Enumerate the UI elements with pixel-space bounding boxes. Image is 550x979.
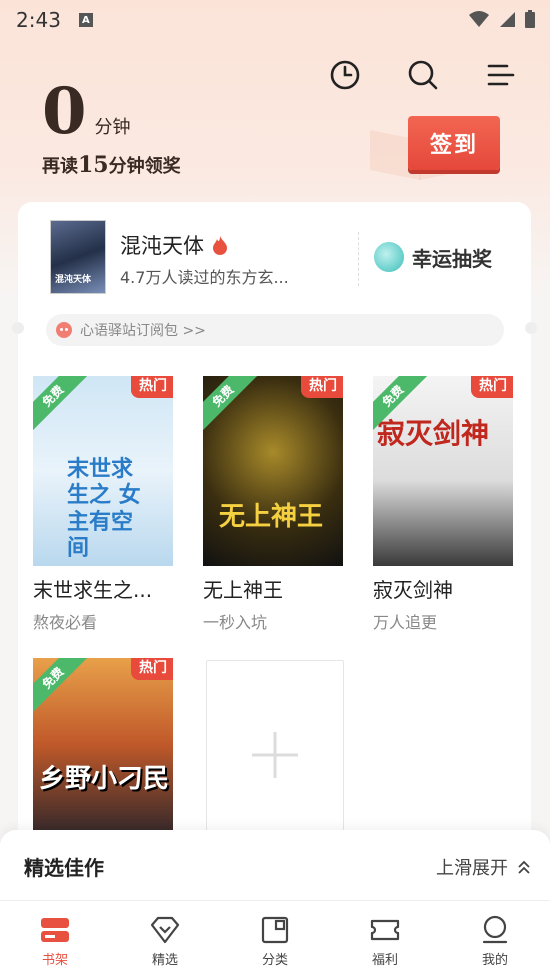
notice-bar[interactable]: 心语驿站订阅包 >>: [46, 314, 504, 346]
notification-a-icon: A: [78, 13, 93, 27]
notice-icon: [56, 322, 72, 338]
notice-decoration-dot: [525, 322, 537, 334]
tab-label: 书架: [41, 953, 68, 968]
category-icon: [261, 916, 289, 944]
book-cover[interactable]: 乡野小刁民 免费 热门: [33, 658, 173, 830]
chevron-up-icon: [518, 860, 530, 874]
book-cover-text: 无上神王: [219, 502, 324, 532]
read-unit: 分钟: [94, 117, 131, 138]
tab-label: 精选: [151, 953, 178, 968]
notice-text: 心语驿站订阅包 >>: [80, 323, 206, 339]
search-icon[interactable]: [402, 54, 444, 96]
tab-welfare[interactable]: 福利: [330, 901, 440, 979]
book-tag: 万人追更: [373, 613, 438, 632]
history-icon[interactable]: [324, 54, 366, 96]
wifi-icon: [469, 11, 489, 27]
read-minutes: 0: [42, 74, 87, 149]
lucky-draw-icon: [374, 242, 404, 272]
featured-title: 精选佳作: [24, 856, 104, 880]
divider: [358, 232, 359, 286]
bookshelf-icon: [41, 918, 69, 942]
book-cover-text: 末世求生之 女主有空间: [67, 456, 141, 562]
book-tag: 一秒入坑: [203, 613, 268, 632]
hot-tag: 热门: [131, 376, 173, 398]
lucky-draw-label: 幸运抽奖: [412, 246, 492, 271]
free-tag: 免费: [203, 376, 259, 432]
book-cover[interactable]: 寂灭剑神 免费 热门: [373, 376, 513, 566]
expand-button[interactable]: 上滑展开: [436, 854, 532, 880]
shelf-book[interactable]: 乡野小刁民 免费 热门: [33, 658, 173, 830]
reward-tip: 再读15分钟领奖: [42, 152, 181, 178]
tab-bar: 书架 精选 分类 福利 我的: [0, 900, 550, 979]
recommend-book-cover[interactable]: 混沌天体: [50, 220, 106, 294]
add-book-button[interactable]: [206, 660, 344, 850]
shelf-book[interactable]: 无上神王 免费 热门 无上神王 一秒入坑: [203, 376, 343, 633]
shelf-book[interactable]: 末世求生之 女主有空间 免费 热门 末世求生之... 熬夜必看: [33, 376, 173, 633]
signal-icon: [500, 12, 515, 27]
hot-tag: 热门: [301, 376, 343, 398]
reward-tip-minutes: 15: [78, 152, 109, 178]
tab-label: 我的: [481, 953, 508, 968]
book-cover-text: 寂灭剑神: [377, 417, 490, 450]
plus-icon: [252, 732, 298, 778]
free-tag: 免费: [33, 658, 89, 714]
book-title: 末世求生之...: [33, 578, 153, 602]
reward-tip-prefix: 再读: [42, 156, 78, 177]
recommend-title-text: 混沌天体: [120, 234, 204, 258]
shelf-book[interactable]: 寂灭剑神 免费 热门 寂灭剑神 万人追更: [373, 376, 513, 633]
status-bar: 2:43 A: [0, 0, 550, 40]
hot-tag: 热门: [471, 376, 513, 398]
hot-tag: 热门: [131, 658, 173, 680]
menu-icon[interactable]: [480, 54, 522, 96]
recommend-book-title[interactable]: 混沌天体: [120, 230, 228, 260]
tab-featured[interactable]: 精选: [110, 901, 220, 979]
status-time: 2:43: [16, 8, 61, 32]
lucky-draw-button[interactable]: 幸运抽奖: [374, 242, 492, 272]
recommend-cover-text: 混沌天体: [55, 275, 92, 285]
recommend-book-subtitle: 4.7万人读过的东方玄...: [120, 268, 289, 287]
tab-label: 福利: [371, 953, 398, 968]
notice-decoration-dot: [12, 322, 24, 334]
ticket-icon: [370, 919, 400, 941]
book-tag: 熬夜必看: [33, 613, 98, 632]
book-title: 寂灭剑神: [373, 578, 453, 602]
signin-button[interactable]: 签到: [408, 116, 500, 170]
book-cover[interactable]: 末世求生之 女主有空间 免费 热门: [33, 376, 173, 566]
expand-label: 上滑展开: [436, 858, 508, 879]
featured-sheet[interactable]: 精选佳作 上滑展开: [0, 830, 550, 900]
tab-bookshelf[interactable]: 书架: [0, 901, 110, 979]
diamond-icon: [150, 916, 180, 944]
fire-icon: [213, 236, 227, 255]
profile-icon: [482, 915, 508, 944]
reward-tip-suffix: 分钟领奖: [108, 156, 181, 177]
read-time: 0 分钟: [42, 80, 131, 144]
free-tag: 免费: [33, 376, 89, 432]
book-title: 无上神王: [203, 578, 283, 602]
book-cover-text: 乡野小刁民: [39, 764, 170, 794]
bookshelf-card: 混沌天体 混沌天体 4.7万人读过的东方玄... 幸运抽奖 心语驿站订阅包 >>…: [12, 202, 537, 862]
tab-mine[interactable]: 我的: [440, 901, 550, 979]
tab-label: 分类: [261, 953, 288, 968]
battery-icon: [525, 10, 535, 28]
book-cover[interactable]: 无上神王 免费 热门: [203, 376, 343, 566]
tab-category[interactable]: 分类: [220, 901, 330, 979]
